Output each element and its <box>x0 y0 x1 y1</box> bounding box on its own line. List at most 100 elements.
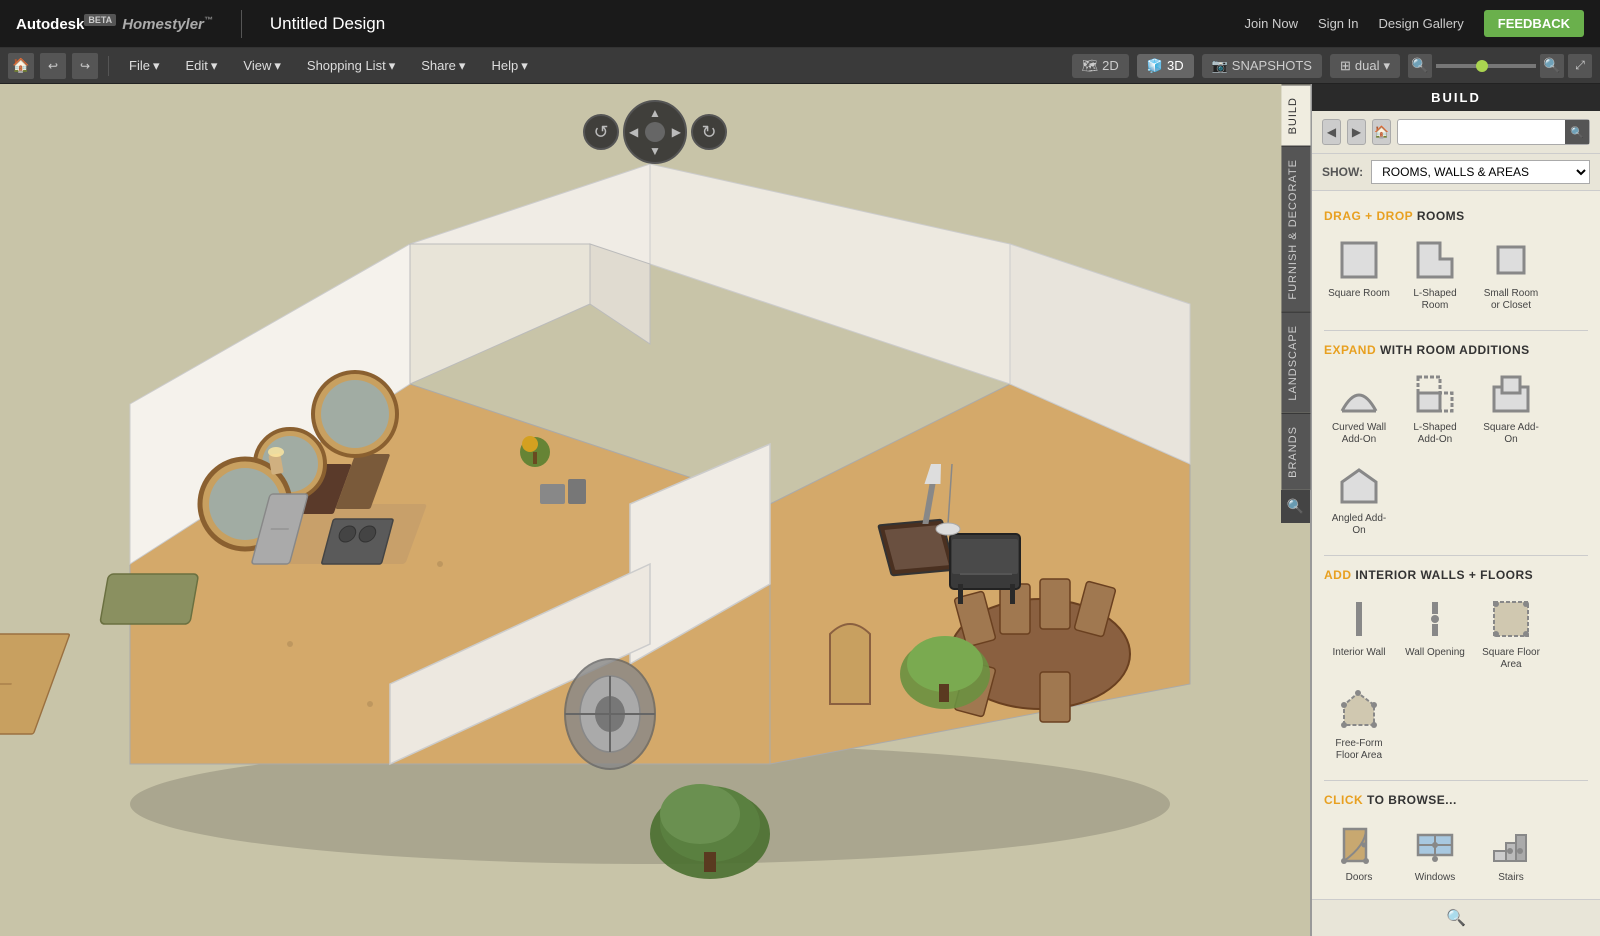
free-form-floor-icon <box>1334 685 1384 735</box>
topbar-right: Join Now Sign In Design Gallery FEEDBACK <box>1245 10 1584 37</box>
sidebar-search-icon[interactable]: 🔍 <box>1281 490 1310 523</box>
design-title: Untitled Design <box>270 14 385 34</box>
small-room-icon <box>1486 235 1536 285</box>
3d-icon: 🧊 <box>1147 58 1163 74</box>
rotate-left-button[interactable]: ↺ <box>583 114 619 150</box>
menubar: 🏠 ↩ ↪ File ▾ Edit ▾ View ▾ Shopping List… <box>0 48 1600 84</box>
l-shaped-addon-label: L-Shaped Add-On <box>1404 422 1466 446</box>
menubar-left: 🏠 ↩ ↪ File ▾ Edit ▾ View ▾ Shopping List… <box>8 53 538 79</box>
sidebar-nav: ◀ ▶ 🏠 🔍 <box>1312 111 1600 154</box>
home-sidebar-button[interactable]: 🏠 <box>1372 119 1391 145</box>
interior-wall-card[interactable]: Interior Wall <box>1324 590 1394 675</box>
show-select[interactable]: ROOMS, WALLS & AREAS <box>1371 160 1590 184</box>
navigation-control: ↺ ▲ ◀ ▶ ▼ ↻ <box>583 100 727 164</box>
doors-label: Doors <box>1346 872 1373 884</box>
undo-button[interactable]: ↩ <box>40 53 66 79</box>
additions-grid: Curved Wall Add-On L-Shaped Add-On <box>1324 361 1588 551</box>
zoom-out-button[interactable]: 🔍 <box>1408 54 1432 78</box>
zoom-slider[interactable] <box>1436 64 1536 68</box>
landscape-tab[interactable]: LANDSCAPE <box>1281 312 1310 413</box>
pan-left-arrow[interactable]: ◀ <box>629 125 638 139</box>
rotate-right-button[interactable]: ↻ <box>691 114 727 150</box>
redo-button[interactable]: ↪ <box>72 53 98 79</box>
rooms-grid: Square Room L-Shaped Room <box>1324 227 1588 326</box>
title-divider <box>241 10 242 38</box>
zoom-controls: 🔍 🔍 ⤢ <box>1408 54 1592 78</box>
design-gallery-link[interactable]: Design Gallery <box>1379 16 1464 31</box>
l-shaped-room-label: L-Shaped Room <box>1404 288 1466 312</box>
free-form-floor-card[interactable]: Free-Form Floor Area <box>1324 681 1394 766</box>
pan-control[interactable]: ▲ ◀ ▶ ▼ <box>623 100 687 164</box>
furnish-tab[interactable]: FURNISH & DECORATE <box>1281 146 1310 312</box>
pan-up-arrow[interactable]: ▲ <box>649 106 661 120</box>
divider-3 <box>1324 780 1588 781</box>
wall-opening-icon <box>1410 594 1460 644</box>
windows-icon <box>1410 819 1460 869</box>
view-3d-button[interactable]: 🧊 3D <box>1137 54 1194 78</box>
camera-icon: 📷 <box>1212 58 1228 74</box>
join-now-link[interactable]: Join Now <box>1245 16 1298 31</box>
square-addon-icon <box>1486 369 1536 419</box>
interior-wall-icon <box>1334 594 1384 644</box>
rooms-section-header: DRAG + DROP ROOMS <box>1324 201 1588 227</box>
pan-down-arrow[interactable]: ▼ <box>649 144 661 158</box>
square-addon-card[interactable]: Square Add-On <box>1476 365 1546 450</box>
sidebar-content: DRAG + DROP ROOMS Square Room <box>1312 191 1600 899</box>
menu-file[interactable]: File ▾ <box>119 54 169 78</box>
search-button[interactable]: 🔍 <box>1565 120 1589 144</box>
square-addon-label: Square Add-On <box>1480 422 1542 446</box>
logo-area: AutodeskBETA Homestyler™ Untitled Design <box>16 10 385 38</box>
additions-section-header: EXPAND WITH ROOM ADDITIONS <box>1324 335 1588 361</box>
dual-view-button[interactable]: ⊞ dual ▾ <box>1330 54 1400 78</box>
l-shaped-room-card[interactable]: L-Shaped Room <box>1400 231 1470 316</box>
home-button[interactable]: 🏠 <box>8 53 34 79</box>
angled-addon-icon <box>1334 460 1384 510</box>
stairs-card[interactable]: Stairs <box>1476 815 1546 888</box>
square-floor-card[interactable]: Square Floor Area <box>1476 590 1546 675</box>
magnify-icon[interactable]: 🔍 <box>1442 904 1470 932</box>
angled-addon-label: Angled Add-On <box>1328 513 1390 537</box>
browse-section-header: CLICK TO BROWSE... <box>1324 785 1588 811</box>
zoom-thumb[interactable] <box>1476 60 1488 72</box>
square-room-card[interactable]: Square Room <box>1324 231 1394 316</box>
product-name: Homestyler™ <box>122 15 213 33</box>
search-input[interactable] <box>1398 121 1565 143</box>
forward-button[interactable]: ▶ <box>1347 119 1366 145</box>
angled-addon-card[interactable]: Angled Add-On <box>1324 456 1394 541</box>
doors-card[interactable]: Doors <box>1324 815 1394 888</box>
main-layout: ↺ ▲ ◀ ▶ ▼ ↻ <box>0 84 1600 936</box>
menu-shopping-list[interactable]: Shopping List ▾ <box>297 54 405 78</box>
expand-button[interactable]: ⤢ <box>1568 54 1592 78</box>
pan-right-arrow[interactable]: ▶ <box>672 125 681 139</box>
zoom-in-button[interactable]: 🔍 <box>1540 54 1564 78</box>
l-shaped-room-icon <box>1410 235 1460 285</box>
view-controls: 🗺 2D 🧊 3D 📷 SNAPSHOTS ⊞ dual ▾ 🔍 🔍 ⤢ <box>1072 54 1592 78</box>
feedback-button[interactable]: FEEDBACK <box>1484 10 1584 37</box>
browse-header-normal: TO BROWSE... <box>1367 793 1457 807</box>
menu-help[interactable]: Help ▾ <box>481 54 537 78</box>
show-label: SHOW: <box>1322 165 1363 179</box>
small-room-label: Small Room or Closet <box>1480 288 1542 312</box>
brands-tab[interactable]: BRANDS <box>1281 413 1310 490</box>
back-button[interactable]: ◀ <box>1322 119 1341 145</box>
menu-view[interactable]: View ▾ <box>233 54 290 78</box>
l-shaped-addon-icon <box>1410 369 1460 419</box>
small-room-card[interactable]: Small Room or Closet <box>1476 231 1546 316</box>
canvas-area[interactable]: ↺ ▲ ◀ ▶ ▼ ↻ <box>0 84 1310 936</box>
wall-opening-card[interactable]: Wall Opening <box>1400 590 1470 675</box>
windows-card[interactable]: Windows <box>1400 815 1470 888</box>
menu-share[interactable]: Share ▾ <box>411 54 475 78</box>
square-floor-icon <box>1486 594 1536 644</box>
curved-wall-card[interactable]: Curved Wall Add-On <box>1324 365 1394 450</box>
menu-edit[interactable]: Edit ▾ <box>175 54 227 78</box>
curved-wall-label: Curved Wall Add-On <box>1328 422 1390 446</box>
build-tab[interactable]: BUILD <box>1281 84 1310 146</box>
l-shaped-addon-card[interactable]: L-Shaped Add-On <box>1400 365 1470 450</box>
sign-in-link[interactable]: Sign In <box>1318 16 1358 31</box>
view-2d-button[interactable]: 🗺 2D <box>1072 54 1129 78</box>
snapshots-button[interactable]: 📷 SNAPSHOTS <box>1202 54 1322 78</box>
2d-icon: 🗺 <box>1082 58 1099 74</box>
build-tab-header[interactable]: BUILD <box>1312 84 1600 111</box>
brand-name: AutodeskBETA <box>16 15 116 33</box>
floor-plan-canvas[interactable] <box>0 84 1310 936</box>
